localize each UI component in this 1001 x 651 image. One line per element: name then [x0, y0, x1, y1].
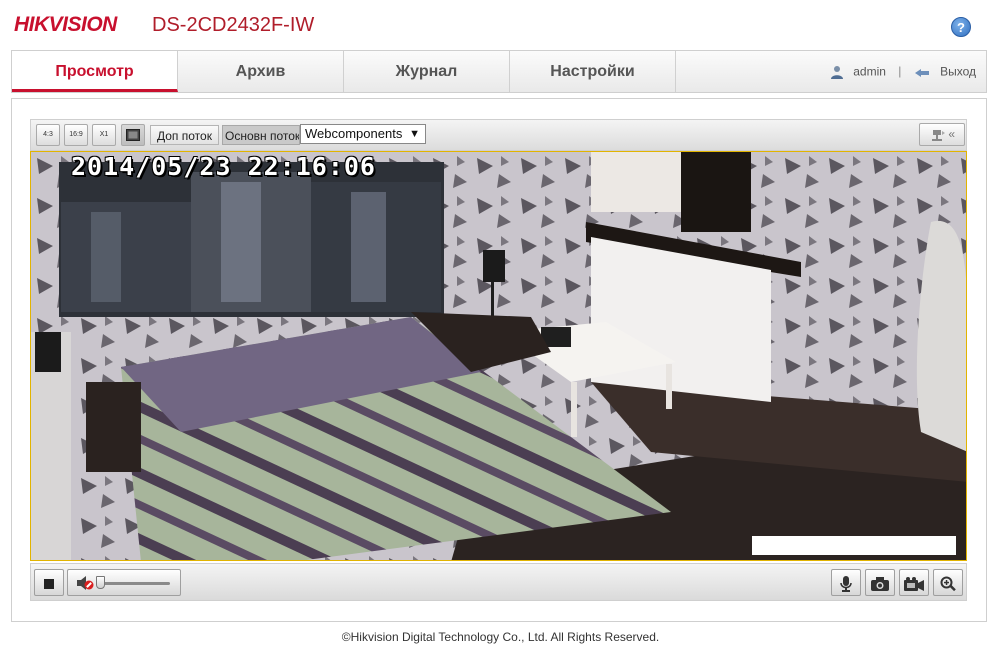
speaker-muted-icon[interactable] — [76, 575, 94, 591]
user-area: admin | Выход — [830, 51, 976, 92]
aspect-4-3-button[interactable]: 4:3 — [36, 124, 60, 146]
live-video-frame[interactable]: 2014/05/23 22:16:06 — [30, 151, 967, 561]
main-stream-button[interactable]: Основн поток — [222, 125, 300, 145]
camera-icon — [871, 576, 889, 591]
sub-stream-button[interactable]: Доп поток — [150, 125, 219, 145]
stop-live-button[interactable] — [34, 569, 64, 596]
aspect-16-9-button[interactable]: 16:9 — [64, 124, 88, 146]
ptz-icon — [931, 129, 945, 141]
dropdown-arrow-icon: ▼ — [409, 128, 420, 140]
help-icon[interactable]: ? — [951, 17, 971, 37]
record-button[interactable] — [899, 569, 929, 596]
microphone-icon — [840, 575, 852, 592]
footer-copyright: ©Hikvision Digital Technology Co., Ltd. … — [341, 630, 660, 644]
snapshot-button[interactable] — [865, 569, 895, 596]
camera-scene — [31, 152, 966, 560]
audio-volume-control[interactable] — [67, 569, 181, 596]
volume-slider-track[interactable] — [100, 582, 170, 585]
zoom-icon — [940, 576, 956, 591]
video-record-icon — [904, 576, 924, 591]
collapse-chevron-icon: « — [948, 127, 956, 141]
auto-fit-button[interactable] — [121, 124, 145, 146]
digital-zoom-button[interactable] — [933, 569, 963, 596]
osd-camera-name-box — [752, 536, 956, 555]
header: HIKVISION DS-2CD2432F-IW ? — [0, 0, 1001, 50]
main-navigation: Просмотр Архив Журнал Настройки admin | … — [11, 50, 987, 93]
original-size-button[interactable]: X1 — [92, 124, 116, 146]
volume-slider-handle[interactable] — [96, 576, 105, 589]
tab-log[interactable]: Журнал — [344, 51, 510, 92]
logout-icon[interactable] — [914, 66, 932, 78]
username-label: admin — [853, 64, 886, 79]
user-icon — [830, 65, 843, 79]
tab-playback[interactable]: Архив — [178, 51, 344, 92]
live-view-toolbar: 4:3 16:9 X1 Доп поток Основн поток Webco… — [30, 119, 967, 151]
osd-timestamp: 2014/05/23 22:16:06 — [71, 152, 376, 181]
hikvision-logo: HIKVISION — [14, 13, 117, 36]
two-way-audio-button[interactable] — [831, 569, 861, 596]
stop-icon — [44, 578, 54, 589]
camera-model-title: DS-2CD2432F-IW — [152, 14, 315, 36]
playback-controls — [30, 563, 967, 601]
logout-link[interactable]: Выход — [940, 64, 976, 78]
tab-configuration[interactable]: Настройки — [510, 51, 676, 92]
fit-window-icon — [126, 129, 140, 141]
user-separator: | — [898, 64, 902, 79]
plugin-select[interactable]: Webcomponents ▼ — [300, 124, 426, 144]
plugin-select-value: Webcomponents — [305, 126, 403, 141]
tab-live-view[interactable]: Просмотр — [12, 51, 178, 92]
ptz-panel-toggle-button[interactable]: « — [919, 123, 965, 146]
